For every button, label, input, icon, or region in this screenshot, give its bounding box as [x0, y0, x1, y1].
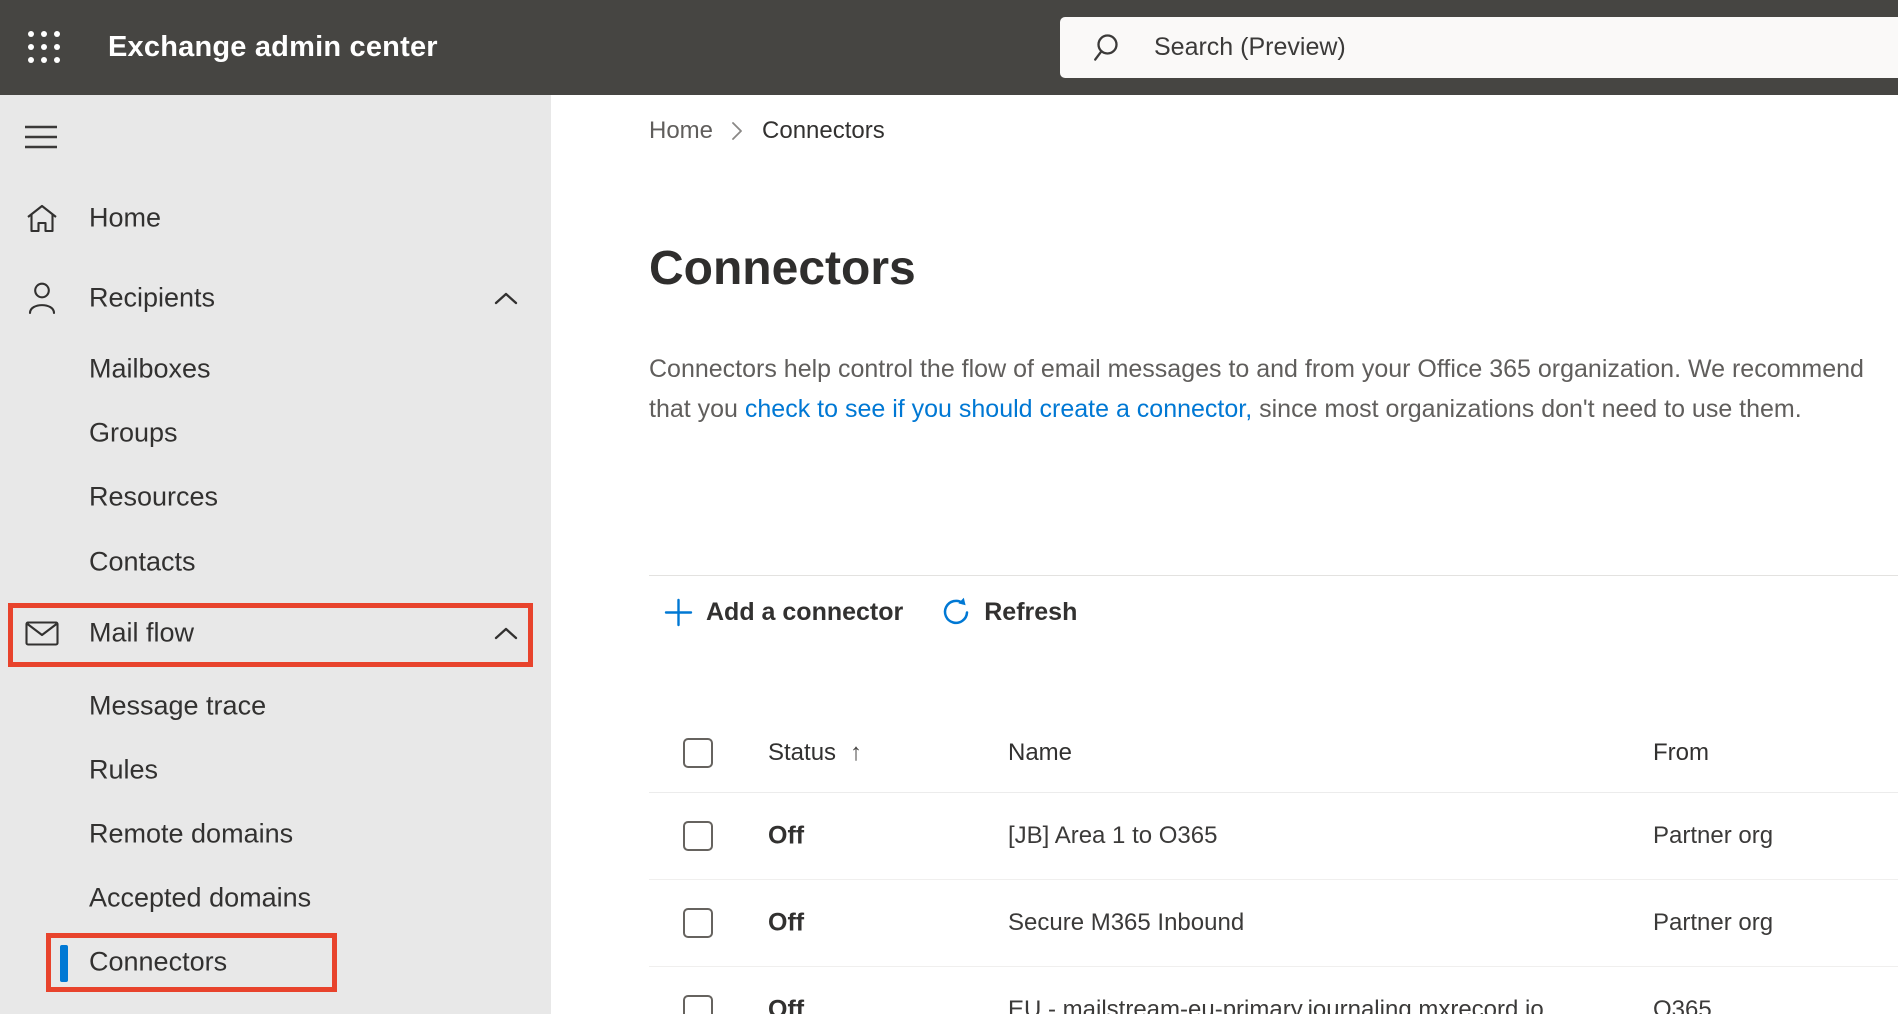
- table-row[interactable]: Off EU - mailstream-eu-primary.journalin…: [649, 967, 1898, 1014]
- sidebar-item-recipients[interactable]: Recipients: [0, 262, 551, 334]
- select-all-checkbox[interactable]: [683, 738, 713, 768]
- sidebar-item-label: Resources: [89, 481, 219, 512]
- app-launcher-button[interactable]: [14, 17, 74, 77]
- sidebar-item-remote-domains[interactable]: Remote domains: [0, 802, 551, 866]
- sidebar-item-contacts[interactable]: Contacts: [0, 530, 551, 594]
- sidebar-item-rules[interactable]: Rules: [0, 738, 551, 802]
- refresh-label: Refresh: [984, 597, 1078, 626]
- chevron-up-icon[interactable]: [494, 291, 518, 305]
- sort-ascending-icon: ↑: [850, 739, 863, 766]
- sidebar-item-label: Remote domains: [89, 818, 294, 849]
- breadcrumb: Home Connectors: [649, 117, 885, 145]
- row-from: Partner org: [1653, 822, 1774, 849]
- table-row[interactable]: Off [JB] Area 1 to O365 Partner org: [649, 793, 1898, 880]
- sidebar-item-label: Groups: [89, 417, 178, 448]
- status-header-label: Status: [768, 739, 837, 766]
- row-checkbox[interactable]: [683, 908, 713, 938]
- breadcrumb-current: Connectors: [762, 117, 885, 144]
- row-from: O365: [1653, 996, 1712, 1014]
- toolbar-divider: [649, 575, 1898, 576]
- row-status: Off: [768, 821, 805, 850]
- column-header-status[interactable]: Status ↑: [768, 739, 862, 767]
- row-from: Partner org: [1653, 909, 1774, 936]
- sidebar-item-label: Rules: [89, 754, 159, 785]
- create-connector-check-link[interactable]: check to see if you should create a conn…: [745, 395, 1252, 423]
- app-title: Exchange admin center: [108, 31, 438, 63]
- page-description: Connectors help control the flow of emai…: [649, 349, 1864, 429]
- refresh-button[interactable]: Refresh: [941, 597, 1077, 627]
- plus-icon: [664, 598, 693, 626]
- sidebar-item-label: Mailboxes: [89, 353, 211, 384]
- chevron-up-icon[interactable]: [494, 626, 518, 640]
- main-content: Home Connectors Connectors Connectors he…: [551, 95, 1898, 1014]
- global-search: [1060, 17, 1898, 78]
- hamburger-icon: [25, 125, 57, 149]
- sidebar-item-groups[interactable]: Groups: [0, 401, 551, 465]
- sidebar-item-message-trace[interactable]: Message trace: [0, 674, 551, 738]
- sidebar-item-label: Mail flow: [89, 617, 195, 648]
- search-input[interactable]: [1152, 32, 1898, 63]
- sidebar-item-connectors[interactable]: Connectors: [0, 930, 551, 994]
- sidebar-item-home[interactable]: Home: [0, 182, 551, 254]
- command-bar: Add a connector Refresh: [664, 590, 1077, 634]
- row-name-link[interactable]: Secure M365 Inbound: [1008, 909, 1244, 937]
- row-checkbox[interactable]: [683, 995, 713, 1014]
- description-text: since most organizations don't need to u…: [1252, 395, 1802, 423]
- home-icon: [24, 200, 60, 236]
- exchange-admin-center-screen: Exchange admin center Search (Preview) H…: [0, 0, 1898, 1014]
- sidebar-item-label: Recipients: [89, 282, 216, 313]
- connectors-table: Status ↑ Name From Off [JB] Area 1 to O3…: [551, 714, 1898, 1014]
- sidebar-item-label: Accepted domains: [89, 882, 312, 913]
- sidebar-item-label: Contacts: [89, 546, 196, 577]
- row-status: Off: [768, 995, 805, 1014]
- table-row[interactable]: Off Secure M365 Inbound Partner org: [649, 880, 1898, 967]
- column-header-from[interactable]: From: [1653, 739, 1709, 767]
- add-connector-button[interactable]: Add a connector: [664, 598, 903, 627]
- sidebar-item-label: Message trace: [89, 690, 267, 721]
- sidebar-item-label: Connectors: [89, 946, 228, 977]
- sidebar-item-label: Home: [89, 202, 162, 233]
- breadcrumb-home-link[interactable]: Home: [649, 117, 713, 145]
- person-icon: [24, 280, 60, 316]
- row-checkbox[interactable]: [683, 821, 713, 851]
- sidebar-item-resources[interactable]: Resources: [0, 465, 551, 529]
- sidebar-item-accepted-domains[interactable]: Accepted domains: [0, 866, 551, 930]
- sidebar-item-mail-flow[interactable]: Mail flow: [0, 597, 551, 669]
- row-name-link[interactable]: [JB] Area 1 to O365: [1008, 822, 1217, 850]
- page-title: Connectors: [649, 242, 916, 295]
- column-header-name[interactable]: Name: [1008, 739, 1072, 767]
- table-header-row: Status ↑ Name From: [649, 714, 1898, 793]
- refresh-icon: [944, 597, 969, 625]
- chevron-right-icon: [731, 120, 744, 142]
- row-name-link[interactable]: EU - mailstream-eu-primary.journaling.mx…: [1008, 996, 1544, 1014]
- waffle-icon: [28, 31, 60, 63]
- selected-item-indicator: [60, 945, 68, 982]
- row-status: Off: [768, 908, 805, 937]
- left-navigation: Home Recipients Mailboxes Groups Resourc…: [0, 95, 551, 1014]
- search-icon: [1094, 33, 1118, 61]
- sidebar-item-mailboxes[interactable]: Mailboxes: [0, 337, 551, 401]
- nav-collapse-button[interactable]: [16, 115, 66, 159]
- top-app-bar: Exchange admin center: [0, 0, 1898, 95]
- add-connector-label: Add a connector: [706, 597, 904, 626]
- envelope-icon: [24, 615, 60, 651]
